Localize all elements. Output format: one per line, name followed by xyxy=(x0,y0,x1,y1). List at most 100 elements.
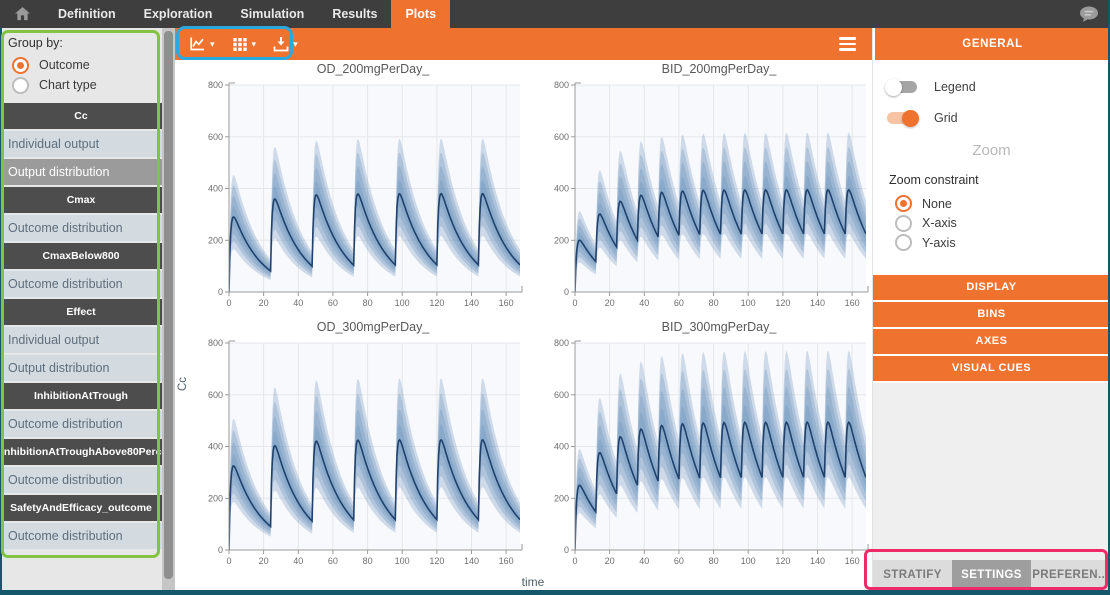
grid-toggle-row[interactable]: Grid xyxy=(887,111,1096,125)
plot-cell: OD_300mgPerDay_ 020406080100120140160020… xyxy=(187,318,533,576)
svg-text:60: 60 xyxy=(674,298,684,308)
svg-text:140: 140 xyxy=(464,556,479,566)
svg-text:60: 60 xyxy=(674,556,684,566)
svg-text:800: 800 xyxy=(208,80,223,90)
chevron-down-icon: ▾ xyxy=(252,40,257,49)
svg-text:0: 0 xyxy=(218,545,223,555)
sidebar-section-header[interactable]: Cc xyxy=(0,103,162,129)
zoom-constraint-option-y-axis[interactable]: Y-axis xyxy=(895,233,1096,253)
svg-text:160: 160 xyxy=(499,556,514,566)
svg-text:20: 20 xyxy=(605,298,615,308)
svg-text:0: 0 xyxy=(572,556,577,566)
sidebar-section-header[interactable]: CmaxBelow800 xyxy=(0,243,162,269)
plot-title: BID_200mgPerDay_ xyxy=(533,60,879,79)
panel-filler xyxy=(873,383,1110,561)
tab-simulation[interactable]: Simulation xyxy=(226,0,318,28)
layout-grid-button[interactable]: ▾ xyxy=(232,36,257,52)
sidebar-section-header[interactable]: InhibitionAtTrough xyxy=(0,383,162,409)
sidebar-item[interactable]: Output distribution xyxy=(0,355,162,381)
plot-bid-300[interactable]: 0204060801001201401600200400600800 xyxy=(540,337,872,575)
tab-definition[interactable]: Definition xyxy=(44,0,130,28)
svg-text:100: 100 xyxy=(395,556,410,566)
general-section-body: Legend Grid Zoom Zoom constraint None X-… xyxy=(873,60,1110,259)
plot-grid: OD_200mgPerDay_ 0 20 40 60 80 100 120 140 160 0 20… xyxy=(187,60,879,576)
svg-text:160: 160 xyxy=(499,298,514,308)
svg-text:140: 140 xyxy=(810,298,825,308)
sidebar-item[interactable]: Outcome distribution xyxy=(0,271,162,297)
legend-toggle-label: Legend xyxy=(934,80,976,94)
tab-results[interactable]: Results xyxy=(318,0,391,28)
display-section-button[interactable]: DISPLAY xyxy=(873,275,1110,302)
plot-title: OD_200mgPerDay_ xyxy=(187,60,533,79)
svg-text:600: 600 xyxy=(208,390,223,400)
group-by-option-outcome[interactable]: Outcome xyxy=(12,55,154,75)
tab-plots[interactable]: Plots xyxy=(391,0,450,28)
plot-od-300[interactable]: 0204060801001201401600200400600800 xyxy=(194,337,526,575)
svg-text:40: 40 xyxy=(639,298,649,308)
svg-text:0: 0 xyxy=(564,545,569,555)
svg-text:400: 400 xyxy=(554,184,569,194)
settings-panel: GENERAL Legend Grid Zoom Zoom constraint… xyxy=(872,28,1110,590)
tab-exploration[interactable]: Exploration xyxy=(130,0,227,28)
svg-text:0: 0 xyxy=(572,298,577,308)
chat-bubble-icon xyxy=(1079,6,1099,22)
toggle-knob xyxy=(902,110,919,127)
general-section-header[interactable]: GENERAL xyxy=(873,28,1110,60)
svg-text:200: 200 xyxy=(208,235,223,245)
svg-text:140: 140 xyxy=(464,298,479,308)
sidebar-section-header[interactable]: Cmax xyxy=(0,187,162,213)
line-chart-icon xyxy=(189,36,206,52)
svg-text:400: 400 xyxy=(554,442,569,452)
hamburger-menu-icon[interactable] xyxy=(835,33,860,55)
bins-section-button[interactable]: BINS xyxy=(873,302,1110,329)
sidebar-item[interactable]: Outcome distribution xyxy=(0,411,162,437)
tab-stratify[interactable]: STRATIFY xyxy=(873,560,952,590)
svg-text:80: 80 xyxy=(709,556,719,566)
svg-text:0: 0 xyxy=(218,287,223,297)
sidebar-item[interactable]: Outcome distribution xyxy=(0,467,162,493)
svg-text:40: 40 xyxy=(293,298,303,308)
home-button[interactable] xyxy=(0,0,44,28)
svg-text:600: 600 xyxy=(554,390,569,400)
plot-cell: OD_200mgPerDay_ 020406080100120140160020… xyxy=(187,60,533,318)
chart-type-button[interactable]: ▾ xyxy=(189,36,215,52)
sidebar-scrollbar[interactable] xyxy=(162,28,175,590)
group-by-option-chart-type[interactable]: Chart type xyxy=(12,75,154,95)
zoom-constraint-option-none[interactable]: None xyxy=(895,194,1096,214)
svg-text:80: 80 xyxy=(709,298,719,308)
zoom-constraint-label: Zoom constraint xyxy=(889,173,1096,187)
visual-cues-section-button[interactable]: VISUAL CUES xyxy=(873,356,1110,383)
svg-text:80: 80 xyxy=(363,298,373,308)
zoom-section-heading: Zoom xyxy=(887,142,1096,159)
plot-od-200[interactable]: 0204060801001201401600200400600800 xyxy=(194,79,526,317)
sidebar-item[interactable]: Outcome distribution xyxy=(0,523,162,549)
legend-toggle[interactable] xyxy=(887,81,917,93)
tab-settings[interactable]: SETTINGS xyxy=(952,560,1031,590)
plot-bid-200[interactable]: 0204060801001201401600200400600800 xyxy=(540,79,872,317)
panel-bottom-tabs: STRATIFY SETTINGS PREFEREN... xyxy=(873,560,1110,590)
grid-toggle[interactable] xyxy=(887,112,917,124)
sidebar-item[interactable]: Outcome distribution xyxy=(0,215,162,241)
scrollbar-thumb[interactable] xyxy=(164,31,173,579)
sidebar-section-header[interactable]: InhibitionAtTroughAbove80Percent xyxy=(0,439,162,465)
sidebar-section-header[interactable]: SafetyAndEfficacy_outcome xyxy=(0,495,162,521)
svg-text:400: 400 xyxy=(208,442,223,452)
feedback-button[interactable] xyxy=(1068,0,1110,28)
legend-toggle-row[interactable]: Legend xyxy=(887,80,1096,94)
svg-text:20: 20 xyxy=(259,556,269,566)
tab-preferences[interactable]: PREFEREN... xyxy=(1031,560,1110,590)
sidebar-item[interactable]: Individual output xyxy=(0,327,162,353)
sidebar-section-header[interactable]: Effect xyxy=(0,299,162,325)
svg-text:60: 60 xyxy=(328,556,338,566)
window-left-edge xyxy=(0,28,2,595)
export-button[interactable]: ▾ xyxy=(273,36,298,52)
sidebar-plot-list: CcIndividual outputOutput distributionCm… xyxy=(0,103,162,549)
svg-text:800: 800 xyxy=(554,80,569,90)
sidebar-item[interactable]: Output distribution xyxy=(0,159,162,185)
svg-text:80: 80 xyxy=(363,556,373,566)
sidebar-item[interactable]: Individual output xyxy=(0,131,162,157)
zoom-constraint-option-x-axis[interactable]: X-axis xyxy=(895,214,1096,234)
axes-section-button[interactable]: AXES xyxy=(873,329,1110,356)
svg-text:120: 120 xyxy=(429,556,444,566)
group-by-label: Group by: xyxy=(8,36,154,50)
